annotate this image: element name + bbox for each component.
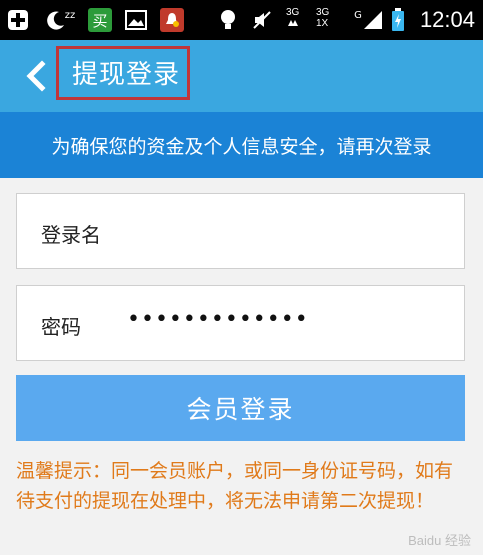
page-title: 提现登录 <box>72 60 181 90</box>
member-login-button[interactable]: 会员登录 <box>16 375 465 441</box>
username-label: 登录名 <box>41 223 101 247</box>
security-notice: 为确保您的资金及个人信息安全，请再次登录 <box>0 112 483 178</box>
buy-app-icon: 买 <box>88 8 112 32</box>
notification-app-icon <box>160 8 184 32</box>
data-arrows-icon <box>288 20 298 26</box>
network-g-label: G <box>354 9 362 21</box>
network-3g-1x-indicator: 3G 1X <box>316 7 329 29</box>
network-3g-label: 3G <box>286 7 300 18</box>
network-1x-label: 1X <box>316 18 329 29</box>
network-3g-label-2: 3G <box>316 7 330 18</box>
buy-app-label: 买 <box>92 11 108 30</box>
app-header: 提现登录 <box>0 40 483 112</box>
security-notice-text: 为确保您的资金及个人信息安全，请再次登录 <box>51 135 432 158</box>
sleep-icon-label: zz <box>64 9 76 21</box>
mute-icon <box>250 8 274 32</box>
member-login-label: 会员登录 <box>186 395 295 424</box>
username-field[interactable]: 登录名 <box>16 193 465 269</box>
baidu-watermark: Baidu 经验 <box>408 533 471 548</box>
signal-icon: G <box>354 8 384 32</box>
warm-tip: 温馨提示：同一会员账户，或同一身份证号码，如有待支付的提现在处理中，将无法申请第… <box>16 456 471 516</box>
status-bar: zz 买 3G 3G 1X G 12:04 <box>0 0 483 40</box>
lightbulb-icon <box>216 8 240 32</box>
plus-icon <box>6 8 30 32</box>
password-input[interactable]: ••••••••••••• <box>127 307 309 332</box>
back-arrow-icon[interactable] <box>22 58 56 94</box>
password-field[interactable]: 密码 ••••••••••••• <box>16 285 465 361</box>
warm-tip-text: 温馨提示：同一会员账户，或同一身份证号码，如有待支付的提现在处理中，将无法申请第… <box>16 460 454 512</box>
image-icon <box>124 8 148 32</box>
network-3g-indicator: 3G <box>286 7 300 31</box>
sleep-moon-icon: zz <box>40 8 80 32</box>
status-time: 12:04 <box>419 7 475 32</box>
battery-icon <box>386 8 410 32</box>
password-label: 密码 <box>41 315 81 339</box>
